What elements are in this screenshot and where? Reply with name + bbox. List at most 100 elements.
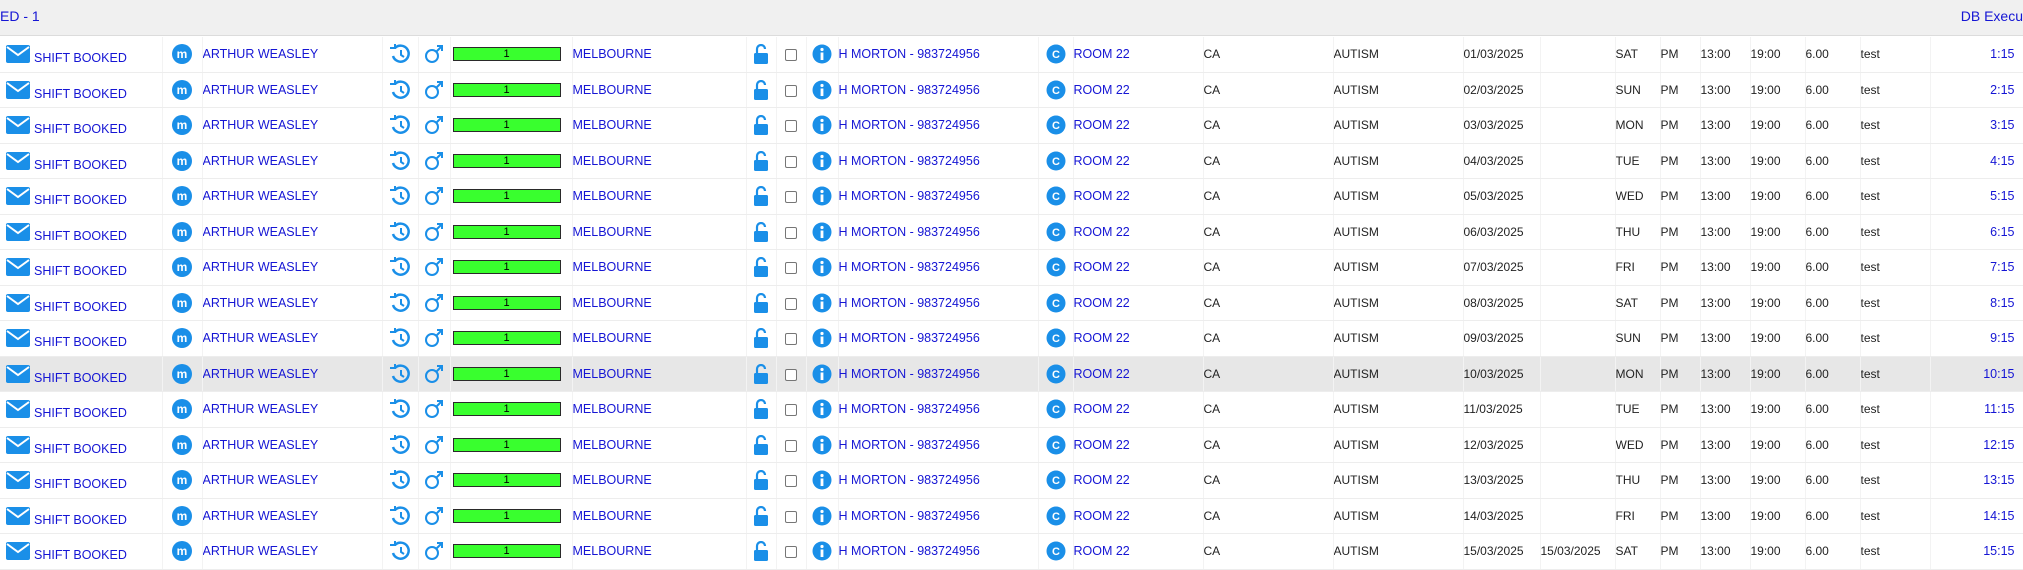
row-checkbox[interactable] [785,404,797,417]
status-cell[interactable]: SHIFT BOOKED [0,356,163,392]
history-icon[interactable] [389,541,411,561]
contact-link[interactable]: H MORTON - 983724956 [839,47,980,61]
room-link[interactable]: ROOM 22 [1074,544,1130,558]
history-icon[interactable] [389,505,411,526]
info-cell[interactable] [806,533,839,570]
contact-link[interactable]: H MORTON - 983724956 [839,438,980,452]
unlock-icon[interactable] [753,363,769,384]
status-cell[interactable]: SHIFT BOOKED [0,249,163,286]
room-link[interactable]: ROOM 22 [1074,473,1130,487]
table-row[interactable]: SHIFT BOOKED m ARTHUR WEASLEY 1 MELBOURN… [0,72,2023,108]
status-label[interactable]: SHIFT BOOKED [34,513,127,527]
chat-cell[interactable]: m [162,427,203,463]
room-link[interactable]: ROOM 22 [1074,438,1130,452]
status-cell[interactable]: SHIFT BOOKED [0,462,163,499]
messenger-icon[interactable]: m [171,150,193,172]
history-icon[interactable] [389,292,411,313]
time-cell[interactable]: 10:15 [1930,356,2023,392]
header-right-label[interactable]: DB Execu [1961,8,2023,24]
info-icon[interactable] [812,115,832,135]
status-label[interactable]: SHIFT BOOKED [34,229,127,243]
info-cell[interactable] [806,356,839,392]
info-cell[interactable] [806,178,839,215]
info-cell[interactable] [806,285,839,321]
contact-cell[interactable]: H MORTON - 983724956 [838,107,1039,144]
worker-cell[interactable]: ARTHUR WEASLEY [202,178,383,215]
history-cell[interactable] [382,533,419,570]
status-cell[interactable]: SHIFT BOOKED [0,533,163,570]
lock-cell[interactable] [746,533,777,570]
location-link[interactable]: MELBOURNE [573,260,652,274]
status-cell[interactable]: SHIFT BOOKED [0,391,163,428]
client-cell[interactable]: C [1038,214,1074,250]
lock-cell[interactable] [746,427,777,463]
history-icon[interactable] [389,399,411,419]
time-link[interactable]: 6:15 [1990,225,2014,239]
client-cell[interactable]: C [1038,391,1074,428]
client-cell[interactable]: C [1038,356,1074,392]
info-icon[interactable] [812,293,832,313]
envelope-icon[interactable] [6,542,30,561]
history-cell[interactable] [382,427,419,463]
history-icon[interactable] [389,221,411,242]
room-link[interactable]: ROOM 22 [1074,47,1130,61]
status-label[interactable]: SHIFT BOOKED [34,335,127,349]
client-cell[interactable]: C [1038,462,1074,499]
worker-name-link[interactable]: ARTHUR WEASLEY [203,47,319,61]
worker-cell[interactable]: ARTHUR WEASLEY [202,143,383,179]
time-link[interactable]: 4:15 [1990,154,2014,168]
lock-cell[interactable] [746,285,777,321]
select-cell[interactable] [776,320,807,357]
worker-name-link[interactable]: ARTHUR WEASLEY [203,473,319,487]
time-link[interactable]: 5:15 [1990,189,2014,203]
envelope-icon[interactable] [6,151,30,170]
messenger-icon[interactable]: m [171,79,193,101]
row-checkbox[interactable] [785,191,797,204]
table-row[interactable]: SHIFT BOOKED m ARTHUR WEASLEY 1 MELBOURN… [0,285,2023,321]
unlock-icon[interactable] [753,79,769,100]
info-icon[interactable] [812,151,832,171]
contact-cell[interactable]: H MORTON - 983724956 [838,249,1039,286]
contact-link[interactable]: H MORTON - 983724956 [839,225,980,239]
worker-name-link[interactable]: ARTHUR WEASLEY [203,438,319,452]
c-badge-icon[interactable]: C [1046,364,1066,384]
worker-cell[interactable]: ARTHUR WEASLEY [202,320,383,357]
unlock-icon[interactable] [753,150,769,171]
location-cell[interactable]: MELBOURNE [572,391,747,428]
table-row[interactable]: SHIFT BOOKED m ARTHUR WEASLEY 1 MELBOURN… [0,143,2023,179]
status-label[interactable]: SHIFT BOOKED [34,300,127,314]
room-link[interactable]: ROOM 22 [1074,83,1130,97]
location-cell[interactable]: MELBOURNE [572,320,747,357]
lock-cell[interactable] [746,356,777,392]
info-cell[interactable] [806,107,839,144]
table-row[interactable]: SHIFT BOOKED m ARTHUR WEASLEY 1 MELBOURN… [0,214,2023,250]
chat-cell[interactable]: m [162,143,203,179]
history-icon[interactable] [389,186,411,206]
select-cell[interactable] [776,462,807,499]
unlock-icon[interactable] [753,328,769,349]
info-icon[interactable] [812,257,832,277]
table-row[interactable]: SHIFT BOOKED m ARTHUR WEASLEY 1 MELBOURN… [0,107,2023,144]
info-cell[interactable] [806,249,839,286]
contact-link[interactable]: H MORTON - 983724956 [839,509,980,523]
info-icon[interactable] [812,399,832,419]
info-cell[interactable] [806,143,839,179]
row-checkbox[interactable] [785,49,797,62]
lock-cell[interactable] [746,178,777,215]
unlock-icon[interactable] [753,470,769,491]
table-row[interactable]: SHIFT BOOKED m ARTHUR WEASLEY 1 MELBOURN… [0,356,2023,392]
chat-cell[interactable]: m [162,178,203,215]
status-label[interactable]: SHIFT BOOKED [34,477,127,491]
c-badge-icon[interactable]: C [1046,186,1066,206]
time-link[interactable]: 11:15 [1984,402,2014,416]
contact-cell[interactable]: H MORTON - 983724956 [838,178,1039,215]
worker-name-link[interactable]: ARTHUR WEASLEY [203,367,319,381]
select-cell[interactable] [776,143,807,179]
worker-cell[interactable]: ARTHUR WEASLEY [202,462,383,499]
status-cell[interactable]: SHIFT BOOKED [0,285,163,321]
contact-cell[interactable]: H MORTON - 983724956 [838,143,1039,179]
chat-cell[interactable]: m [162,498,203,534]
history-cell[interactable] [382,285,419,321]
history-cell[interactable] [382,178,419,215]
contact-link[interactable]: H MORTON - 983724956 [839,296,980,310]
